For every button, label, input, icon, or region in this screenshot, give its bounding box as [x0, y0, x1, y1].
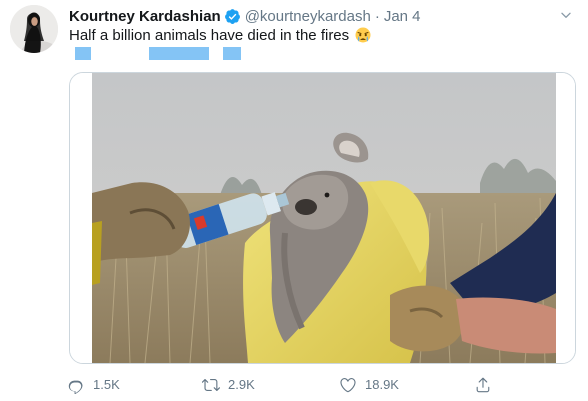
- tweet-text-content: Half a billion animals have died in the …: [69, 27, 350, 44]
- verified-badge-icon: [224, 8, 241, 25]
- translate-highlight-segment: [223, 47, 241, 60]
- tweet-header: Kourtney Kardashian @kourtneykardash · J…: [69, 6, 574, 26]
- crying-face-emoji-icon: [355, 27, 371, 43]
- header-separator: ·: [374, 7, 380, 25]
- like-count: 18.9K: [365, 377, 399, 392]
- author-handle[interactable]: @kourtneykardash: [245, 8, 371, 25]
- tweet-actions: 1.5K 2.9K 18.9K: [67, 375, 507, 395]
- retweet-button[interactable]: 2.9K: [202, 375, 255, 395]
- reply-count: 1.5K: [93, 377, 120, 392]
- reply-button[interactable]: 1.5K: [67, 375, 120, 395]
- tweet: Kourtney Kardashian @kourtneykardash · J…: [0, 0, 588, 401]
- retweet-count: 2.9K: [228, 377, 255, 392]
- share-icon: [476, 377, 490, 393]
- translate-tweet-link[interactable]: [69, 47, 244, 60]
- translate-highlight-segment: [75, 47, 91, 60]
- share-button[interactable]: [474, 375, 500, 395]
- tweet-date[interactable]: Jan 4: [384, 8, 421, 25]
- heart-icon: [340, 377, 356, 393]
- media-photo[interactable]: [69, 72, 576, 364]
- koala-drinking-from-bottle-photo: [70, 73, 575, 363]
- retweet-icon: [202, 379, 220, 391]
- avatar[interactable]: [10, 5, 58, 53]
- chevron-down-icon[interactable]: [558, 7, 574, 23]
- translate-highlight-segment: [149, 47, 209, 60]
- reply-icon: [68, 380, 83, 394]
- tweet-text: Half a billion animals have died in the …: [69, 26, 371, 46]
- author-name[interactable]: Kourtney Kardashian: [69, 8, 221, 25]
- like-button[interactable]: 18.9K: [339, 375, 399, 395]
- avatar-image: [10, 5, 58, 53]
